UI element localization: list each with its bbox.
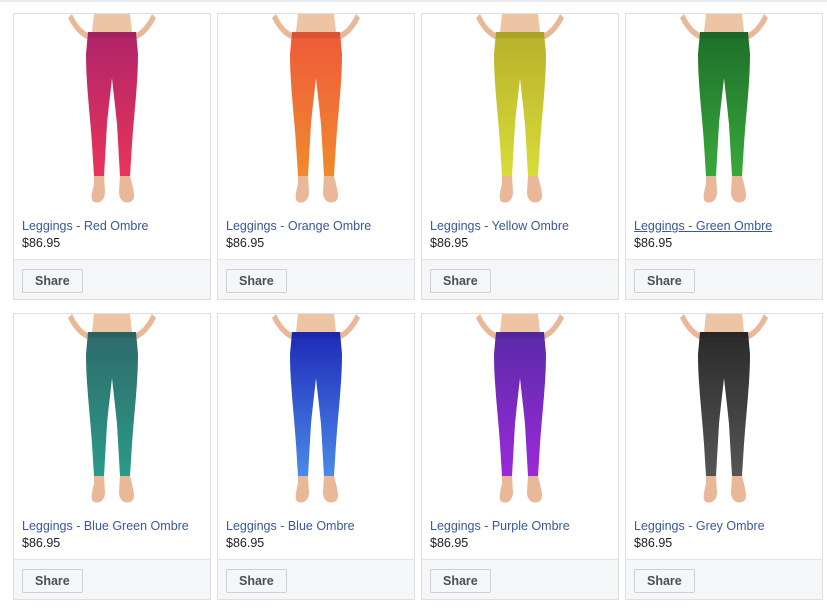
leggings-photo-icon [14, 14, 210, 209]
card-footer: Share [14, 559, 210, 599]
product-card[interactable]: Leggings - Red Ombre $86.95 Share [13, 13, 211, 300]
leggings-photo-icon [626, 14, 822, 209]
share-button[interactable]: Share [226, 569, 287, 593]
product-title-link[interactable]: Leggings - Blue Green Ombre [22, 519, 189, 533]
product-title-link[interactable]: Leggings - Purple Ombre [430, 519, 570, 533]
share-button[interactable]: Share [226, 269, 287, 293]
share-button[interactable]: Share [430, 569, 491, 593]
share-button[interactable]: Share [22, 269, 83, 293]
product-title-link[interactable]: Leggings - Orange Ombre [226, 219, 371, 233]
product-image[interactable] [626, 14, 822, 209]
product-card[interactable]: Leggings - Purple Ombre $86.95 Share [421, 313, 619, 600]
share-button[interactable]: Share [430, 269, 491, 293]
card-footer: Share [422, 259, 618, 299]
leggings-photo-icon [422, 14, 618, 209]
product-title-link[interactable]: Leggings - Green Ombre [634, 219, 772, 233]
product-price: $86.95 [430, 536, 469, 550]
product-price: $86.95 [226, 236, 265, 250]
leggings-photo-icon [626, 314, 822, 509]
share-button[interactable]: Share [634, 569, 695, 593]
product-price: $86.95 [226, 536, 265, 550]
leggings-photo-icon [14, 314, 210, 509]
product-image[interactable] [218, 314, 414, 509]
product-image[interactable] [626, 314, 822, 509]
product-card[interactable]: Leggings - Grey Ombre $86.95 Share [625, 313, 823, 600]
product-card[interactable]: Leggings - Yellow Ombre $86.95 Share [421, 13, 619, 300]
product-price: $86.95 [634, 236, 673, 250]
product-price: $86.95 [22, 236, 61, 250]
top-divider [0, 0, 827, 2]
product-card[interactable]: Leggings - Orange Ombre $86.95 Share [217, 13, 415, 300]
product-price: $86.95 [634, 536, 673, 550]
product-image[interactable] [14, 14, 210, 209]
leggings-photo-icon [218, 314, 414, 509]
product-image[interactable] [422, 14, 618, 209]
card-footer: Share [626, 559, 822, 599]
product-title-link[interactable]: Leggings - Blue Ombre [226, 519, 355, 533]
product-title-link[interactable]: Leggings - Red Ombre [22, 219, 148, 233]
card-footer: Share [422, 559, 618, 599]
product-card[interactable]: Leggings - Green Ombre $86.95 Share [625, 13, 823, 300]
share-button[interactable]: Share [22, 569, 83, 593]
share-button[interactable]: Share [634, 269, 695, 293]
card-footer: Share [14, 259, 210, 299]
product-image[interactable] [422, 314, 618, 509]
product-title-link[interactable]: Leggings - Yellow Ombre [430, 219, 569, 233]
card-footer: Share [218, 259, 414, 299]
card-footer: Share [218, 559, 414, 599]
card-footer: Share [626, 259, 822, 299]
product-image[interactable] [14, 314, 210, 509]
leggings-photo-icon [422, 314, 618, 509]
product-price: $86.95 [22, 536, 61, 550]
product-price: $86.95 [430, 236, 469, 250]
product-card[interactable]: Leggings - Blue Ombre $86.95 Share [217, 313, 415, 600]
product-image[interactable] [218, 14, 414, 209]
leggings-photo-icon [218, 14, 414, 209]
product-title-link[interactable]: Leggings - Grey Ombre [634, 519, 765, 533]
product-card[interactable]: Leggings - Blue Green Ombre $86.95 Share [13, 313, 211, 600]
